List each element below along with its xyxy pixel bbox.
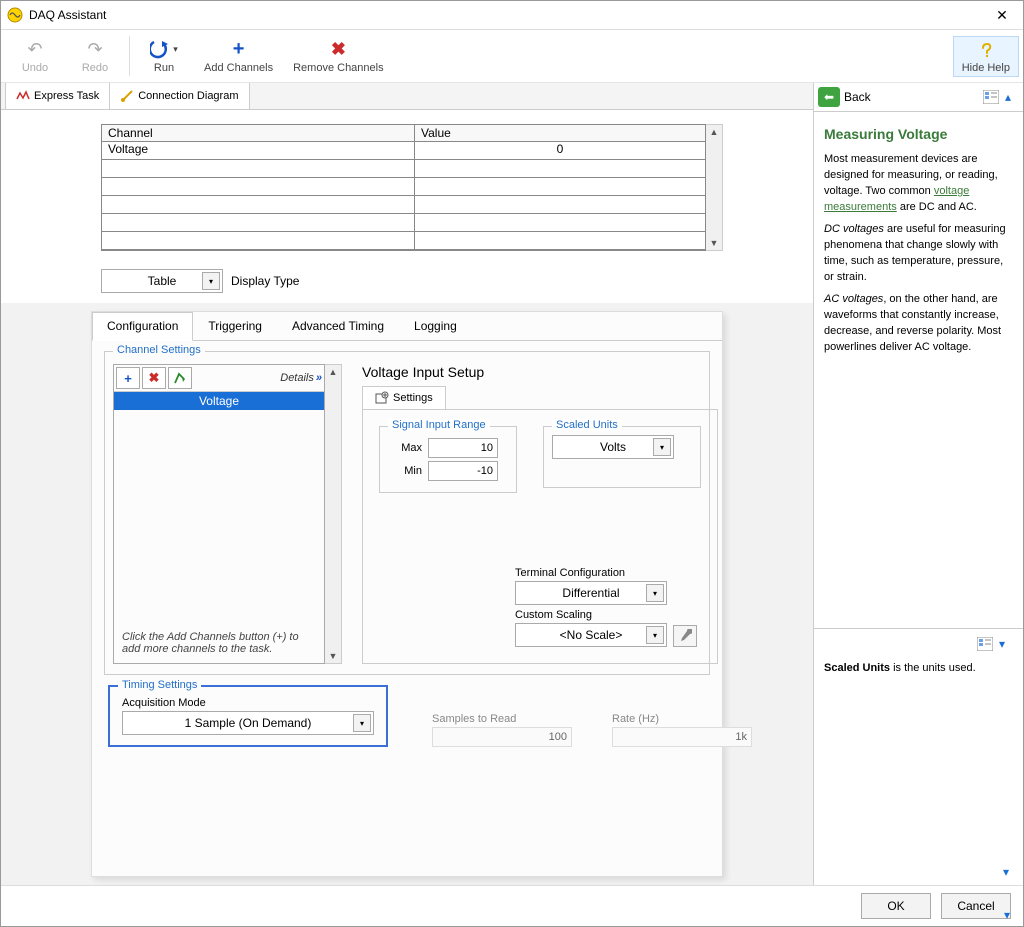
display-type-dropdown[interactable]: Table ▾ [101, 269, 223, 293]
help-pane-context: ▾ Scaled Units is the units used. ▾ [814, 628, 1023, 885]
close-button[interactable]: ✕ [987, 7, 1017, 24]
connection-diagram-icon [120, 89, 134, 103]
voltage-setup-title: Voltage Input Setup [362, 364, 718, 380]
chevron-right-icon: » [316, 372, 322, 384]
tab-settings[interactable]: Settings [362, 386, 446, 409]
help-pane-main: Measuring Voltage Most measurement devic… [814, 112, 1023, 628]
column-header-value[interactable]: Value [415, 125, 705, 142]
scaled-units-group: Scaled Units Volts ▾ [543, 426, 701, 488]
details-toggle[interactable]: Details » [280, 372, 322, 384]
run-icon: ▾ [150, 39, 178, 61]
channel-value-table: Channel Value Voltage 0 [101, 124, 723, 251]
undo-button[interactable]: ↶ Undo [5, 36, 65, 77]
samples-to-read-input [432, 727, 572, 747]
custom-scaling-label: Custom Scaling [515, 609, 705, 621]
samples-to-read-label: Samples to Read [432, 713, 572, 725]
table-row[interactable]: Voltage 0 [102, 142, 705, 160]
app-icon [7, 7, 23, 23]
scroll-down-icon[interactable]: ▼ [325, 649, 341, 663]
help-index-icon[interactable] [977, 637, 993, 651]
cell-value: 0 [415, 142, 705, 159]
run-button[interactable]: ▾ Run [134, 36, 194, 77]
help-title: Measuring Voltage [824, 124, 1013, 144]
wrench-icon [678, 629, 692, 643]
column-header-channel[interactable]: Channel [102, 125, 415, 142]
hide-help-button[interactable]: Hide Help [953, 36, 1019, 77]
settings-icon [375, 391, 389, 405]
signal-input-range-group: Signal Input Range Max [379, 426, 517, 493]
toolbar-separator [129, 36, 130, 76]
tab-express-task[interactable]: Express Task [5, 83, 110, 109]
scroll-up-icon[interactable]: ▲ [706, 125, 722, 139]
scroll-up-icon[interactable]: ▲ [325, 365, 341, 379]
acquisition-mode-label: Acquisition Mode [122, 697, 374, 709]
custom-scaling-edit-button[interactable] [673, 625, 697, 647]
channel-settings-group: Channel Settings + ✖ [104, 351, 710, 675]
tab-advanced-timing[interactable]: Advanced Timing [277, 312, 399, 340]
remove-channels-button[interactable]: ✖ Remove Channels [283, 36, 394, 77]
window-title: DAQ Assistant [29, 8, 987, 22]
redo-button[interactable]: ↷ Redo [65, 36, 125, 77]
scroll-down-icon[interactable]: ▼ [706, 236, 722, 250]
help-icon [977, 39, 995, 61]
acquisition-mode-dropdown[interactable]: 1 Sample (On Demand) ▾ [122, 711, 374, 735]
help-header: ⬅ Back ▴ [814, 83, 1023, 112]
main-tab-bar: Express Task Connection Diagram [1, 83, 813, 110]
x-icon: ✖ [331, 39, 346, 61]
back-button[interactable]: ⬅ [818, 87, 840, 107]
terminal-config-dropdown[interactable]: Differential ▾ [515, 581, 667, 605]
channel-list-item[interactable]: Voltage [114, 392, 324, 410]
channel-list-scrollbar[interactable]: ▲ ▼ [325, 364, 342, 664]
channel-list-hint: Click the Add Channels button (+) to add… [114, 591, 324, 663]
timing-settings-group: Timing Settings Acquisition Mode 1 Sampl… [108, 685, 388, 747]
table-scrollbar[interactable]: ▲ ▼ [706, 124, 723, 251]
chevron-down-icon: ▾ [646, 626, 664, 644]
tab-configuration[interactable]: Configuration [92, 312, 193, 341]
add-channels-button[interactable]: + Add Channels [194, 36, 283, 77]
tab-triggering[interactable]: Triggering [193, 312, 277, 340]
max-input[interactable] [428, 438, 498, 458]
plus-icon: + [233, 39, 245, 61]
chevron-down-icon: ▾ [646, 584, 664, 602]
add-channel-button[interactable]: + [116, 367, 140, 389]
rate-label: Rate (Hz) [612, 713, 752, 725]
channel-order-button[interactable] [168, 367, 192, 389]
min-input[interactable] [428, 461, 498, 481]
collapse-up-icon[interactable]: ▴ [1005, 90, 1019, 104]
toolbar: ↶ Undo ↷ Redo ▾ Run + Add Channels ✖ Rem… [1, 30, 1023, 83]
tab-connection-diagram[interactable]: Connection Diagram [109, 83, 249, 109]
max-label: Max [388, 442, 422, 454]
display-type-label: Display Type [231, 274, 299, 288]
chevron-down-icon: ▾ [653, 438, 671, 456]
arrow-left-icon: ⬅ [824, 90, 834, 104]
express-task-icon [16, 89, 30, 103]
config-tab-bar: Configuration Triggering Advanced Timing… [92, 312, 722, 341]
min-label: Min [388, 465, 422, 477]
scaled-units-dropdown[interactable]: Volts ▾ [552, 435, 674, 459]
remove-channel-button[interactable]: ✖ [142, 367, 166, 389]
expand-down-icon[interactable]: ▾ [999, 637, 1013, 651]
undo-icon: ↶ [27, 39, 42, 61]
dialog-footer: OK Cancel [1, 885, 1023, 926]
terminal-config-label: Terminal Configuration [515, 567, 705, 579]
custom-scaling-dropdown[interactable]: <No Scale> ▾ [515, 623, 667, 647]
channel-list: + ✖ Details » Voltag [113, 364, 325, 664]
help-index-icon[interactable] [983, 90, 999, 104]
tab-logging[interactable]: Logging [399, 312, 472, 340]
back-label: Back [844, 90, 871, 104]
chevron-down-icon: ▾ [202, 272, 220, 290]
window-title-bar: DAQ Assistant ✕ [1, 1, 1023, 30]
ok-button[interactable]: OK [861, 893, 931, 919]
chevron-down-icon: ▾ [353, 714, 371, 732]
redo-icon: ↷ [87, 39, 102, 61]
scroll-down-icon[interactable]: ▾ [1003, 865, 1017, 879]
rate-input [612, 727, 752, 747]
cancel-button[interactable]: Cancel [941, 893, 1011, 919]
cell-channel: Voltage [102, 142, 415, 159]
